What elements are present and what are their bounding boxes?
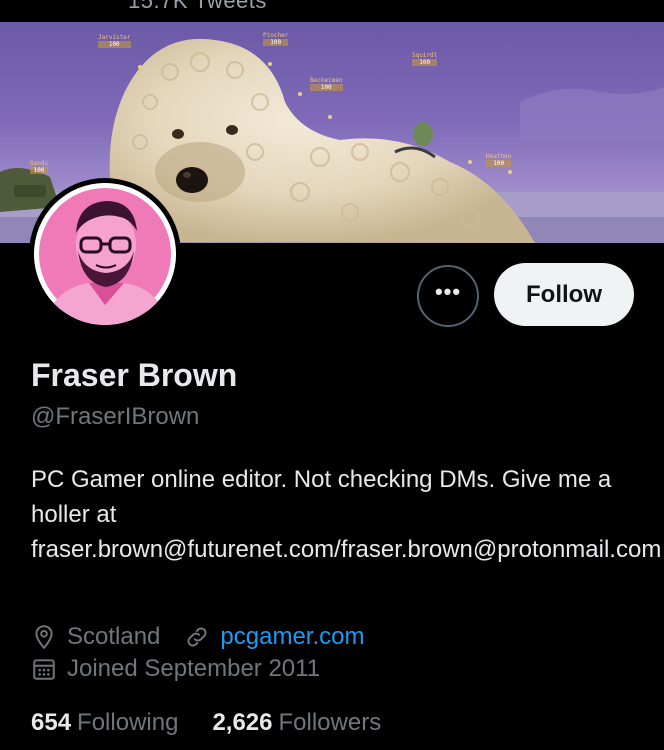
follow-button[interactable]: Follow [494,263,634,326]
avatar[interactable] [29,178,181,330]
location-item: Scotland [31,623,160,651]
joined-text: Joined September 2011 [67,655,321,682]
followers-label: Followers [278,709,382,736]
map-pin-icon [35,625,53,650]
profile-handle: @FraserIBrown [31,403,200,430]
location-text: Scotland [67,623,161,650]
worm-label: Pincher 100 [263,32,289,46]
link-icon [187,627,207,647]
following-label: Following [77,709,179,736]
profile-bio: PC Gamer online editor. Not checking DMs… [31,466,662,563]
following-stat[interactable]: 654 Following [31,709,178,737]
avatar-image [34,183,176,325]
top-bar: 15.7K Tweets [0,0,664,22]
more-icon: ••• [434,279,462,304]
tweets-count: 15.7K Tweets [128,0,267,13]
following-count: 654 [31,709,72,736]
profile-name: Fraser Brown [31,357,238,393]
website-link[interactable]: pcgamer.com [220,623,364,651]
worm-label: Gands 100 [30,160,49,174]
avatar-illustration [34,183,176,325]
more-options-button[interactable]: ••• [417,265,479,327]
calendar-icon [33,659,55,680]
follow-stats: 654 Following 2,626 Followers [31,709,381,737]
worm-label: Heathen 100 [486,153,512,167]
profile-meta-location-row: Scotland pcgamer.com [31,623,364,651]
followers-stat[interactable]: 2,626 Followers [212,709,381,737]
worm-label: Beckeimen 100 [310,77,343,91]
worm-label: Jarvister 100 [98,34,131,48]
worm-label: Squirdl 100 [412,52,438,66]
website-item[interactable]: pcgamer.com [184,623,364,651]
followers-count: 2,626 [212,709,273,736]
profile-meta-joined-row: Joined September 2011 [31,655,320,683]
